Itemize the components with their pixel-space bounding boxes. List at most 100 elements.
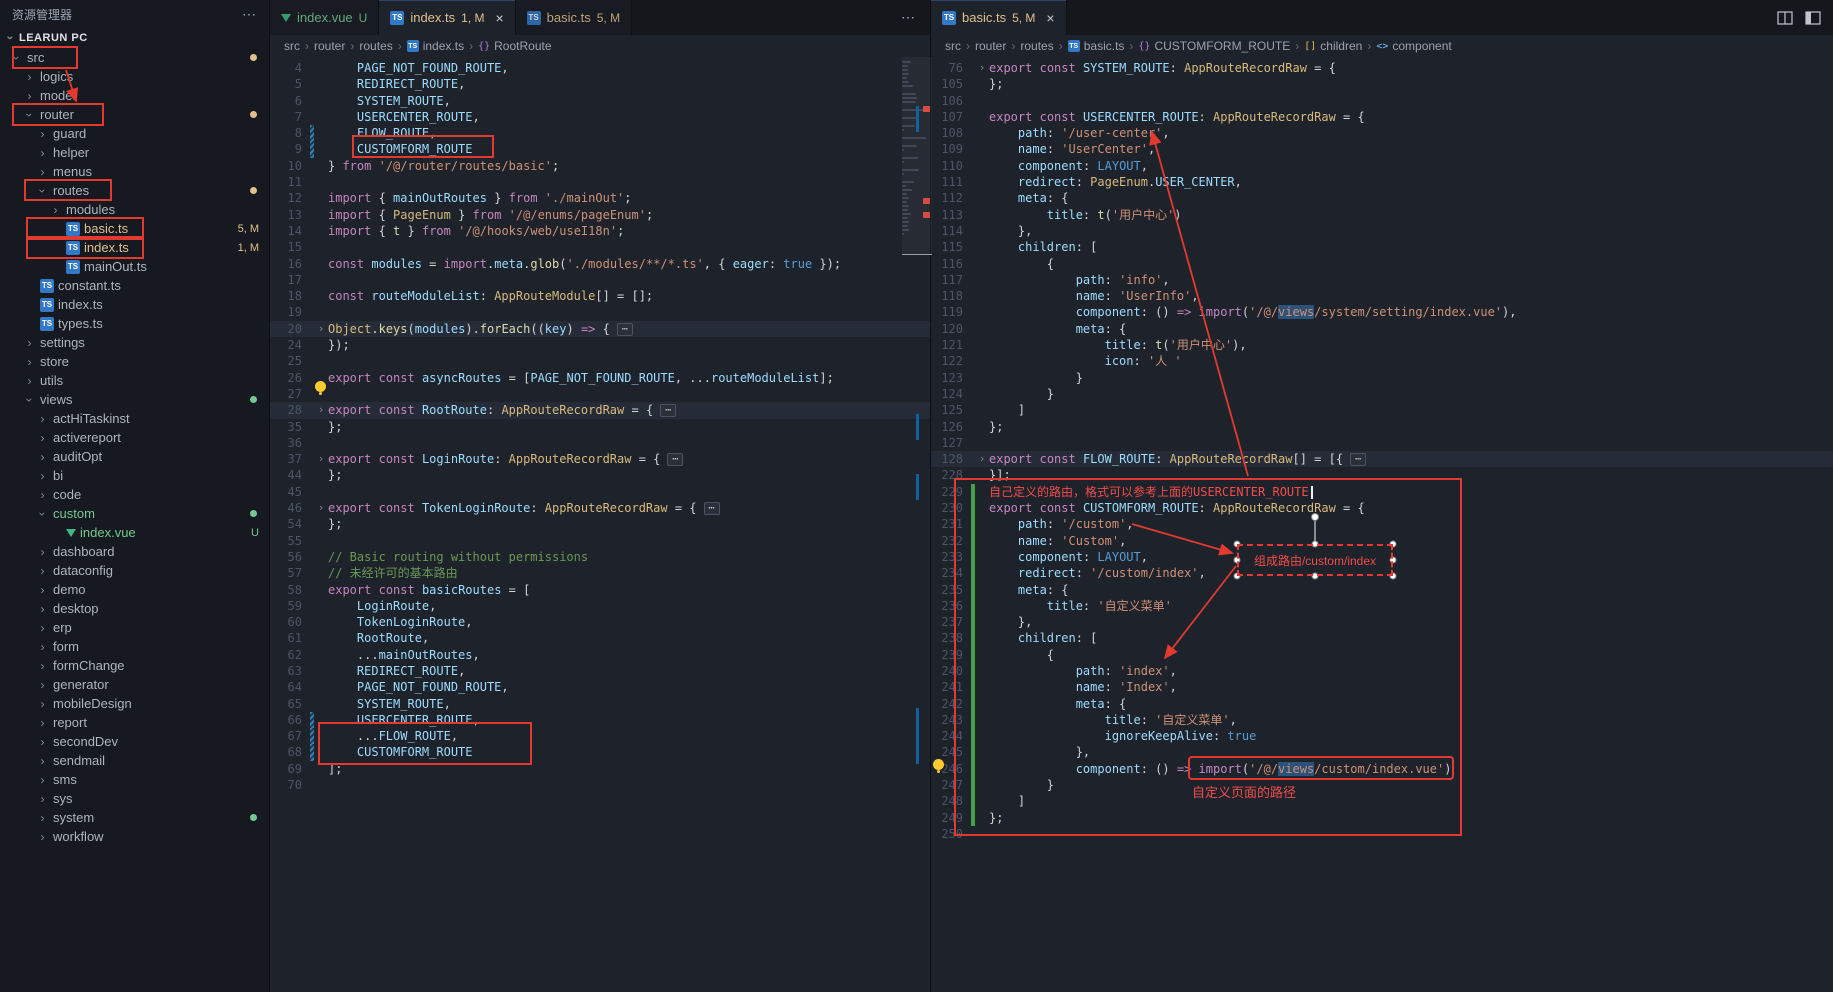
code-line-127[interactable]: 127 bbox=[931, 435, 1833, 451]
breadcrumb-item-router[interactable]: router bbox=[314, 39, 345, 53]
tab-index.ts[interactable]: TSindex.ts1, M× bbox=[379, 0, 515, 35]
code-line-63[interactable]: 63 REDIRECT_ROUTE, bbox=[270, 663, 930, 679]
tree-item-basic.ts[interactable]: TSbasic.ts5, M bbox=[0, 219, 269, 238]
code-line-20[interactable]: 20›Object.keys(modules).forEach((key) =>… bbox=[270, 321, 930, 337]
code-line-15[interactable]: 15 bbox=[270, 239, 930, 255]
close-tab-icon[interactable]: × bbox=[1046, 11, 1054, 25]
code-line-235[interactable]: 235 meta: { bbox=[931, 582, 1833, 598]
code-line-113[interactable]: 113 title: t('用户中心') bbox=[931, 207, 1833, 223]
code-line-118[interactable]: 118 name: 'UserInfo', bbox=[931, 288, 1833, 304]
code-line-60[interactable]: 60 TokenLoginRoute, bbox=[270, 614, 930, 630]
code-line-231[interactable]: 231 path: '/custom', bbox=[931, 516, 1833, 532]
code-line-13[interactable]: 13import { PageEnum } from '/@/enums/pag… bbox=[270, 207, 930, 223]
code-line-24[interactable]: 24}); bbox=[270, 337, 930, 353]
code-line-25[interactable]: 25 bbox=[270, 353, 930, 369]
code-line-241[interactable]: 241 name: 'Index', bbox=[931, 679, 1833, 695]
tree-item-actHiTaskinst[interactable]: ›actHiTaskinst bbox=[0, 409, 269, 428]
code-line-57[interactable]: 57// 未经许可的基本路由 bbox=[270, 565, 930, 581]
code-line-243[interactable]: 243 title: '自定义菜单', bbox=[931, 712, 1833, 728]
tree-item-mobileDesign[interactable]: ›mobileDesign bbox=[0, 694, 269, 713]
code-line-240[interactable]: 240 path: 'index', bbox=[931, 663, 1833, 679]
breadcrumb-item-children[interactable]: []children bbox=[1304, 39, 1362, 53]
code-line-112[interactable]: 112 meta: { bbox=[931, 190, 1833, 206]
tree-item-src[interactable]: ›src bbox=[0, 48, 269, 67]
code-line-245[interactable]: 245 }, bbox=[931, 744, 1833, 760]
code-line-111[interactable]: 111 redirect: PageEnum.USER_CENTER, bbox=[931, 174, 1833, 190]
code-line-76[interactable]: 76›export const SYSTEM_ROUTE: AppRouteRe… bbox=[931, 60, 1833, 76]
code-line-119[interactable]: 119 component: () => import('/@/views/sy… bbox=[931, 304, 1833, 320]
code-line-12[interactable]: 12import { mainOutRoutes } from './mainO… bbox=[270, 190, 930, 206]
tab-index.vue[interactable]: index.vueU bbox=[270, 0, 379, 35]
code-line-14[interactable]: 14import { t } from '/@/hooks/web/useI18… bbox=[270, 223, 930, 239]
code-line-239[interactable]: 239 { bbox=[931, 647, 1833, 663]
code-line-125[interactable]: 125 ] bbox=[931, 402, 1833, 418]
code-line-67[interactable]: 67 ...FLOW_ROUTE, bbox=[270, 728, 930, 744]
code-line-26[interactable]: 26export const asyncRoutes = [PAGE_NOT_F… bbox=[270, 370, 930, 386]
code-line-62[interactable]: 62 ...mainOutRoutes, bbox=[270, 647, 930, 663]
code-line-19[interactable]: 19 bbox=[270, 304, 930, 320]
tree-item-formChange[interactable]: ›formChange bbox=[0, 656, 269, 675]
tree-item-guard[interactable]: ›guard bbox=[0, 124, 269, 143]
fold-chevron-icon[interactable]: › bbox=[314, 402, 328, 418]
tree-item-index.ts[interactable]: TSindex.ts1, M bbox=[0, 238, 269, 257]
tree-item-sys[interactable]: ›sys bbox=[0, 789, 269, 808]
code-line-69[interactable]: 69]; bbox=[270, 761, 930, 777]
tree-item-activereport[interactable]: ›activereport bbox=[0, 428, 269, 447]
tree-item-system[interactable]: ›system bbox=[0, 808, 269, 827]
split-editor-icon[interactable] bbox=[1777, 10, 1793, 26]
code-line-237[interactable]: 237 }, bbox=[931, 614, 1833, 630]
code-line-16[interactable]: 16const modules = import.meta.glob('./mo… bbox=[270, 256, 930, 272]
tree-item-views[interactable]: ›views bbox=[0, 390, 269, 409]
code-line-246[interactable]: 246 component: () => import('/@/views/cu… bbox=[931, 761, 1833, 777]
code-line-59[interactable]: 59 LoginRoute, bbox=[270, 598, 930, 614]
workspace-root[interactable]: › LEARUN PC bbox=[0, 28, 269, 48]
tree-item-workflow[interactable]: ›workflow bbox=[0, 827, 269, 846]
tree-item-sendmail[interactable]: ›sendmail bbox=[0, 751, 269, 770]
code-line-17[interactable]: 17 bbox=[270, 272, 930, 288]
tree-item-store[interactable]: ›store bbox=[0, 352, 269, 371]
code-line-5[interactable]: 5 REDIRECT_ROUTE, bbox=[270, 76, 930, 92]
tree-item-index.ts[interactable]: TSindex.ts bbox=[0, 295, 269, 314]
code-line-28[interactable]: 28›export const RootRoute: AppRouteRecor… bbox=[270, 402, 930, 418]
tree-item-model[interactable]: ›model bbox=[0, 86, 269, 105]
breadcrumb-item-basic.ts[interactable]: TSbasic.ts bbox=[1068, 39, 1125, 53]
breadcrumb-item-routes[interactable]: routes bbox=[1020, 39, 1053, 53]
code-line-121[interactable]: 121 title: t('用户中心'), bbox=[931, 337, 1833, 353]
tree-item-logics[interactable]: ›logics bbox=[0, 67, 269, 86]
tree-item-generator[interactable]: ›generator bbox=[0, 675, 269, 694]
code-line-7[interactable]: 7 USERCENTER_ROUTE, bbox=[270, 109, 930, 125]
tree-item-types.ts[interactable]: TStypes.ts bbox=[0, 314, 269, 333]
folded-code-ellipsis[interactable]: ⋯ bbox=[1350, 453, 1366, 466]
tree-item-secondDev[interactable]: ›secondDev bbox=[0, 732, 269, 751]
code-line-56[interactable]: 56// Basic routing without permissions bbox=[270, 549, 930, 565]
code-line-120[interactable]: 120 meta: { bbox=[931, 321, 1833, 337]
code-line-54[interactable]: 54}; bbox=[270, 516, 930, 532]
code-line-244[interactable]: 244 ignoreKeepAlive: true bbox=[931, 728, 1833, 744]
tree-item-helper[interactable]: ›helper bbox=[0, 143, 269, 162]
tree-item-index.vue[interactable]: index.vueU bbox=[0, 523, 269, 542]
minimap-slider[interactable] bbox=[902, 57, 932, 255]
breadcrumb-item-routes[interactable]: routes bbox=[359, 39, 392, 53]
tree-item-bi[interactable]: ›bi bbox=[0, 466, 269, 485]
code-line-117[interactable]: 117 path: 'info', bbox=[931, 272, 1833, 288]
code-line-124[interactable]: 124 } bbox=[931, 386, 1833, 402]
folded-code-ellipsis[interactable]: ⋯ bbox=[667, 453, 683, 466]
tree-item-settings[interactable]: ›settings bbox=[0, 333, 269, 352]
code-line-123[interactable]: 123 } bbox=[931, 370, 1833, 386]
code-editor-basic-ts[interactable]: 76›export const SYSTEM_ROUTE: AppRouteRe… bbox=[931, 57, 1833, 842]
code-line-238[interactable]: 238 children: [ bbox=[931, 630, 1833, 646]
code-line-110[interactable]: 110 component: LAYOUT, bbox=[931, 158, 1833, 174]
code-line-8[interactable]: 8 FLOW_ROUTE, bbox=[270, 125, 930, 141]
fold-chevron-icon[interactable]: › bbox=[975, 451, 989, 467]
explorer-more-icon[interactable]: ⋯ bbox=[242, 6, 257, 23]
code-line-106[interactable]: 106 bbox=[931, 93, 1833, 109]
fold-chevron-icon[interactable]: › bbox=[314, 500, 328, 516]
code-line-116[interactable]: 116 { bbox=[931, 256, 1833, 272]
code-line-46[interactable]: 46›export const TokenLoginRoute: AppRout… bbox=[270, 500, 930, 516]
folded-code-ellipsis[interactable]: ⋯ bbox=[704, 502, 720, 515]
tree-item-report[interactable]: ›report bbox=[0, 713, 269, 732]
fold-chevron-icon[interactable]: › bbox=[314, 321, 328, 337]
code-line-236[interactable]: 236 title: '自定义菜单' bbox=[931, 598, 1833, 614]
close-tab-icon[interactable]: × bbox=[495, 11, 503, 25]
tree-item-constant.ts[interactable]: TSconstant.ts bbox=[0, 276, 269, 295]
